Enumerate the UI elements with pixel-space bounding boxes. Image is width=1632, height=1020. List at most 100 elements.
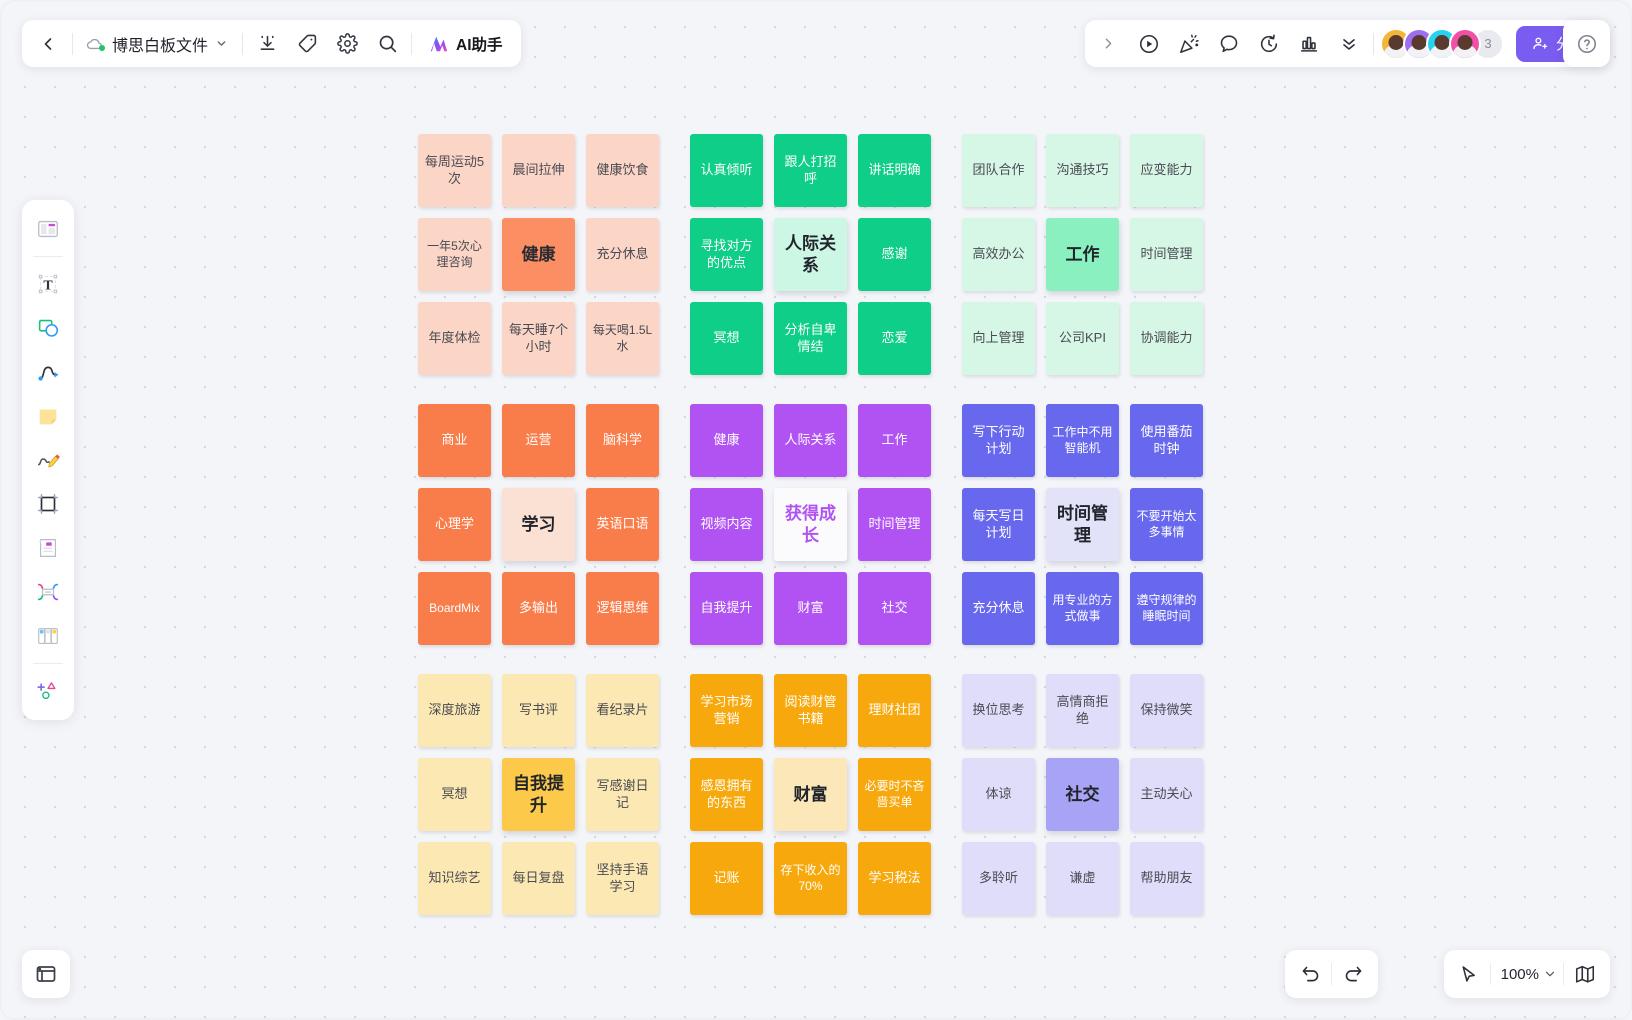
sticky-note[interactable]: 时间管理: [858, 488, 931, 561]
sticky-note[interactable]: 恋爱: [858, 302, 931, 375]
sticky-note[interactable]: 团队合作: [962, 134, 1035, 207]
sticky-note[interactable]: 逻辑思维: [586, 572, 659, 645]
whiteboard-canvas[interactable]: 每周运动5次 晨间拉伸 健康饮食 一年5次心理咨询 健康 充分休息 年度体检 每天睡7个小时每…: [0, 0, 1632, 1020]
sticky-note[interactable]: 健康饮食: [586, 134, 659, 207]
sticky-note[interactable]: 一年5次心理咨询: [418, 218, 491, 291]
sticky-note[interactable]: 向上管理: [962, 302, 1035, 375]
sticky-note-center[interactable]: 学习: [502, 488, 575, 561]
sticky-note[interactable]: 写感谢日记: [586, 758, 659, 831]
sticky-note[interactable]: 深度旅游: [418, 674, 491, 747]
sticky-note[interactable]: 知识综艺: [418, 842, 491, 915]
sticky-note[interactable]: 体谅: [962, 758, 1035, 831]
sticky-note-center[interactable]: 人际关系: [774, 218, 847, 291]
sticky-note[interactable]: 使用番茄时钟: [1130, 404, 1203, 477]
cursor-tool-button[interactable]: [1448, 954, 1490, 994]
sticky-note[interactable]: 遵守规律的睡眠时间: [1130, 572, 1203, 645]
sticky-note[interactable]: 每天睡7个小时: [502, 302, 575, 375]
sticky-note-center[interactable]: 时间管理: [1046, 488, 1119, 561]
text-tool[interactable]: T: [27, 263, 69, 305]
sticky-note[interactable]: 写下行动计划: [962, 404, 1035, 477]
template-tool[interactable]: [27, 208, 69, 250]
minimap-button[interactable]: [22, 950, 70, 998]
undo-button[interactable]: [1289, 954, 1331, 994]
sticky-note[interactable]: 感谢: [858, 218, 931, 291]
sticky-note[interactable]: 讲话明确: [858, 134, 931, 207]
sticky-note-center[interactable]: 获得成长: [774, 488, 847, 561]
sticky-note[interactable]: 工作中不用智能机: [1046, 404, 1119, 477]
sticky-note[interactable]: 每周运动5次: [418, 134, 491, 207]
sticky-note[interactable]: 学习税法: [858, 842, 931, 915]
shape-tool[interactable]: [27, 307, 69, 349]
sticky-note[interactable]: 年度体检: [418, 302, 491, 375]
sticky-note[interactable]: 坚持手语学习: [586, 842, 659, 915]
sticky-note-center[interactable]: 自我提升: [502, 758, 575, 831]
sticky-note[interactable]: 必要时不吝啬买单: [858, 758, 931, 831]
sticky-note[interactable]: 寻找对方的优点: [690, 218, 763, 291]
sticky-note[interactable]: 用专业的方式做事: [1046, 572, 1119, 645]
sticky-note[interactable]: 高效办公: [962, 218, 1035, 291]
sticky-note[interactable]: 运营: [502, 404, 575, 477]
sticky-note[interactable]: 多输出: [502, 572, 575, 645]
back-button[interactable]: [28, 24, 68, 64]
sticky-note[interactable]: 写书评: [502, 674, 575, 747]
sticky-note[interactable]: 沟通技巧: [1046, 134, 1119, 207]
sticky-note[interactable]: 健康: [690, 404, 763, 477]
sticky-note[interactable]: 社交: [858, 572, 931, 645]
sticky-note[interactable]: 主动关心: [1130, 758, 1203, 831]
sticky-note[interactable]: 分析自卑情结: [774, 302, 847, 375]
sticky-note[interactable]: 充分休息: [962, 572, 1035, 645]
sticky-note[interactable]: 跟人打招呼: [774, 134, 847, 207]
sticky-note[interactable]: 应变能力: [1130, 134, 1203, 207]
sticky-note[interactable]: 视频内容: [690, 488, 763, 561]
help-button[interactable]: [1563, 20, 1610, 67]
sticky-note-tool[interactable]: [27, 395, 69, 437]
export-button[interactable]: [247, 24, 287, 64]
connector-tool[interactable]: [27, 351, 69, 393]
sticky-note[interactable]: 换位思考: [962, 674, 1035, 747]
sticky-note[interactable]: 人际关系: [774, 404, 847, 477]
sticky-note[interactable]: 心理学: [418, 488, 491, 561]
kanban-tool[interactable]: [27, 615, 69, 657]
sticky-note[interactable]: 英语口语: [586, 488, 659, 561]
sticky-note[interactable]: 每日复盘: [502, 842, 575, 915]
sticky-note[interactable]: 商业: [418, 404, 491, 477]
sticky-note[interactable]: 保持微笑: [1130, 674, 1203, 747]
sticky-note[interactable]: 阅读财管书籍: [774, 674, 847, 747]
sticky-note[interactable]: 冥想: [690, 302, 763, 375]
settings-button[interactable]: [327, 24, 367, 64]
tag-button[interactable]: [287, 24, 327, 64]
sticky-note[interactable]: 自我提升: [690, 572, 763, 645]
sticky-note-center[interactable]: 财富: [774, 758, 847, 831]
card-tool[interactable]: [27, 527, 69, 569]
sticky-note-center[interactable]: 工作: [1046, 218, 1119, 291]
sticky-note[interactable]: 感恩拥有的东西: [690, 758, 763, 831]
sticky-note[interactable]: 每天写日计划: [962, 488, 1035, 561]
document-title-chip[interactable]: 博思白板文件: [77, 25, 238, 63]
sticky-note[interactable]: 学习市场营销: [690, 674, 763, 747]
celebrate-button[interactable]: [1169, 24, 1209, 64]
sticky-note[interactable]: 记账: [690, 842, 763, 915]
sticky-note[interactable]: 不要开始太多事情: [1130, 488, 1203, 561]
sticky-note[interactable]: 充分休息: [586, 218, 659, 291]
comment-button[interactable]: [1209, 24, 1249, 64]
timer-button[interactable]: [1249, 24, 1289, 64]
expand-button[interactable]: [1089, 24, 1129, 64]
sticky-note[interactable]: 协调能力: [1130, 302, 1203, 375]
ai-assistant-button[interactable]: AI助手: [416, 25, 515, 63]
frame-tool[interactable]: [27, 483, 69, 525]
sticky-note[interactable]: 高情商拒绝: [1046, 674, 1119, 747]
vote-button[interactable]: [1289, 24, 1329, 64]
sticky-note[interactable]: 财富: [774, 572, 847, 645]
sticky-note[interactable]: 谦虚: [1046, 842, 1119, 915]
sticky-note[interactable]: 认真倾听: [690, 134, 763, 207]
more-tools[interactable]: [27, 670, 69, 712]
sticky-note[interactable]: 帮助朋友: [1130, 842, 1203, 915]
sticky-note[interactable]: 公司KPI: [1046, 302, 1119, 375]
redo-button[interactable]: [1332, 954, 1374, 994]
sticky-note[interactable]: BoardMix: [418, 572, 491, 645]
sticky-note[interactable]: 冥想: [418, 758, 491, 831]
search-button[interactable]: [367, 24, 407, 64]
sticky-note[interactable]: 看纪录片: [586, 674, 659, 747]
fit-to-screen-button[interactable]: [1564, 954, 1606, 994]
sticky-note[interactable]: 时间管理: [1130, 218, 1203, 291]
